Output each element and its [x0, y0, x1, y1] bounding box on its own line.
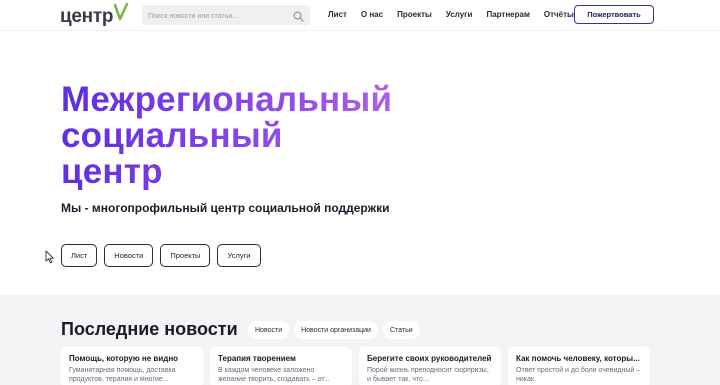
news-section-title: Последние новости [61, 319, 238, 339]
hero-button-services[interactable]: Услуги [217, 244, 261, 267]
search-box[interactable] [142, 5, 310, 27]
news-card[interactable]: Как помочь человеку, которы... Ответ про… [508, 347, 650, 385]
hero-title-line: центр [61, 152, 163, 191]
filter-news[interactable]: Новости [248, 321, 290, 339]
hero-buttons: Лист Новости Проекты Услуги [61, 244, 268, 267]
donate-button[interactable]: Пожертвовать [574, 5, 654, 24]
logo-v-icon [113, 2, 129, 26]
hero-button-projects[interactable]: Проекты [160, 244, 211, 267]
hero-title: Межрегиональный социальный центр [61, 82, 481, 190]
news-card-title: Помощь, которую не видно [69, 354, 179, 363]
logo[interactable]: центр [60, 2, 129, 27]
mouse-cursor-icon [45, 250, 55, 269]
logo-text: центр [60, 6, 114, 27]
nav-link-reports[interactable]: Отчёты [544, 9, 574, 21]
hero-title-line: Межрегиональный [61, 80, 393, 119]
hero-button-news[interactable]: Новости [104, 244, 154, 267]
site-header: центр Лист О нас Проекты Услуги Партнера… [0, 0, 720, 30]
search-icon[interactable] [293, 9, 304, 27]
news-card-text: Порой жизнь преподносит сюрпризы, и быва… [367, 367, 489, 383]
filter-articles[interactable]: Статьи [382, 321, 420, 339]
search-input[interactable] [142, 6, 282, 27]
news-card-text: В каждом человеке заложено желание твори… [218, 367, 330, 383]
latest-news-section: Последние новости Новости Новости органи… [0, 295, 720, 385]
news-card-title: Как помочь человеку, которы... [516, 354, 640, 363]
news-card-text: Ответ простой и до боли очевидный – ника… [516, 367, 641, 383]
news-card-title: Терапия творением [218, 354, 296, 363]
hero-title-line: социальный [61, 116, 283, 155]
nav-link-about[interactable]: О нас [361, 9, 383, 21]
nav-link-services[interactable]: Услуги [446, 9, 473, 21]
news-card[interactable]: Терапия творением В каждом человеке зало… [210, 347, 352, 385]
news-cards: Помощь, которую не видно Гуманитарная по… [61, 347, 657, 385]
nav-link-list[interactable]: Лист [328, 9, 347, 21]
main-nav: Лист О нас Проекты Услуги Партнерам Отчё… [328, 9, 588, 21]
news-card-text: Гуманитарная помощь, доставка продуктов,… [69, 367, 176, 383]
news-card[interactable]: Берегите своих руководителей Порой жизнь… [359, 347, 501, 385]
hero-button-list[interactable]: Лист [61, 244, 98, 267]
nav-link-projects[interactable]: Проекты [397, 9, 432, 21]
hero-subtitle: Мы - многопрофильный центр социальной по… [61, 201, 390, 215]
nav-link-partners[interactable]: Партнерам [486, 9, 529, 21]
filter-org-news[interactable]: Новости организации [294, 321, 378, 339]
news-card[interactable]: Помощь, которую не видно Гуманитарная по… [61, 347, 203, 385]
header-divider [0, 30, 720, 31]
news-filters: Новости Новости организации Статьи [248, 321, 425, 339]
news-card-title: Берегите своих руководителей [367, 354, 492, 363]
